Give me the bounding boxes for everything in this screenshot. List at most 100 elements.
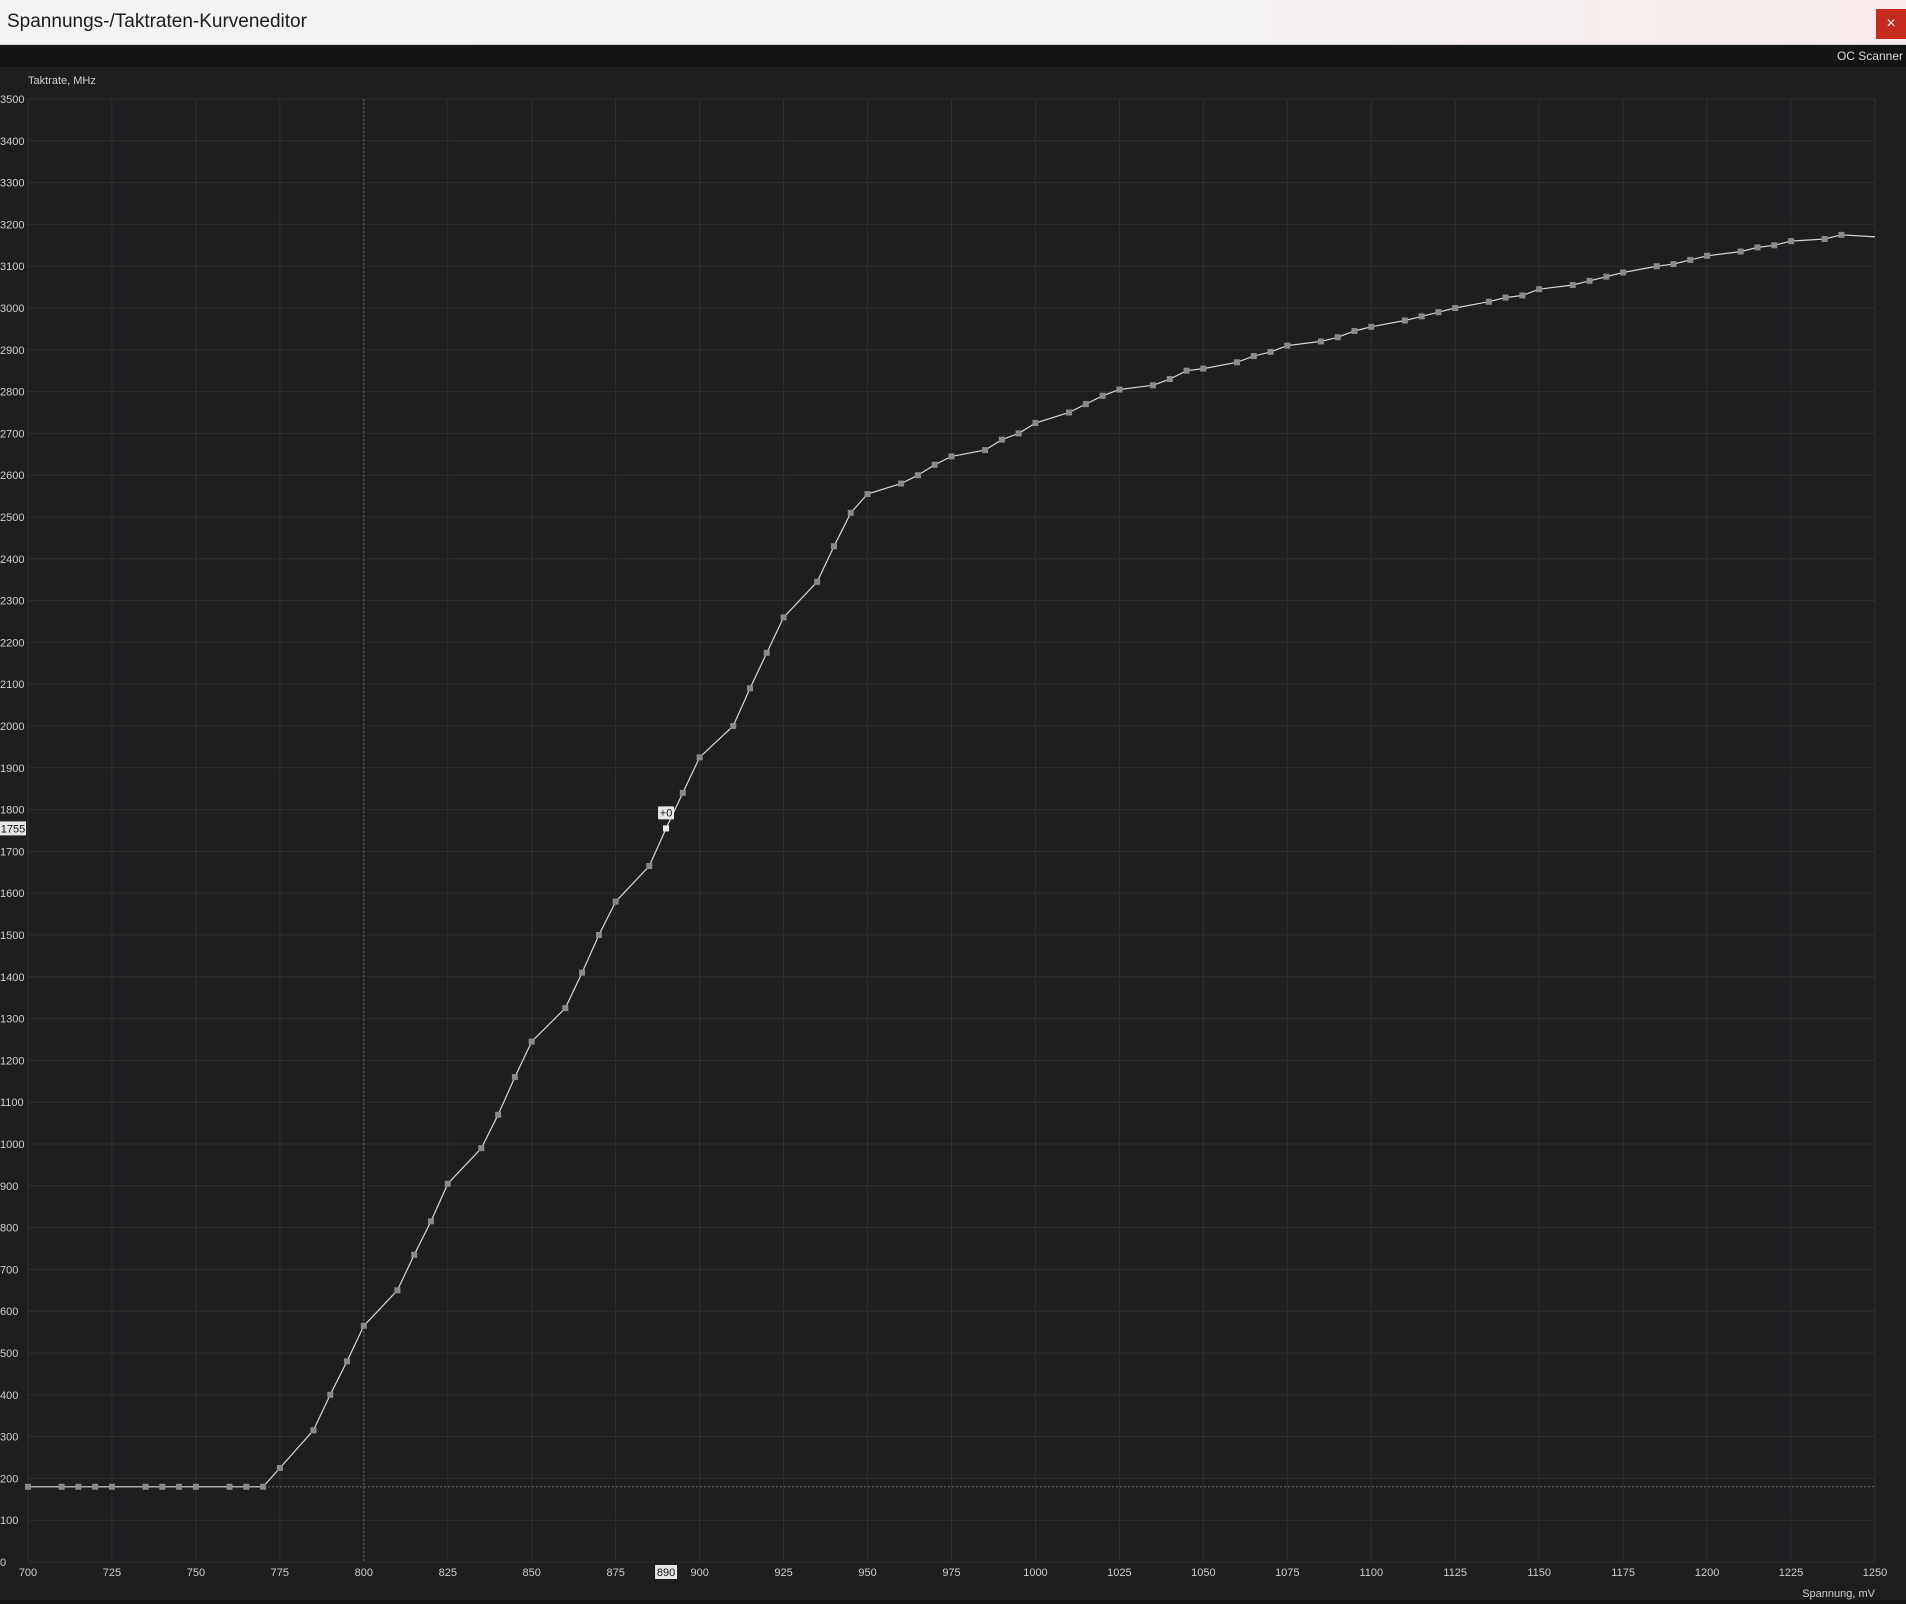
curve-point[interactable] [747,685,754,692]
curve-point[interactable] [310,1427,317,1434]
curve-point[interactable] [411,1251,418,1258]
curve-point[interactable] [1452,305,1459,311]
curve-point[interactable] [1149,382,1156,389]
curve-point[interactable] [1334,334,1341,341]
curve-point[interactable] [427,1218,434,1225]
curve-point[interactable] [696,754,703,761]
x-tick-label: 975 [942,1567,960,1579]
curve-point[interactable] [1250,353,1257,360]
curve-point[interactable] [327,1391,334,1398]
curve-point[interactable] [931,461,938,468]
curve-point[interactable] [1066,409,1073,416]
curve-point[interactable] [1200,365,1207,372]
curve-point[interactable] [1418,313,1425,320]
curve-point[interactable] [814,578,821,585]
curve-point[interactable] [898,480,905,487]
curve-point[interactable] [1670,261,1677,268]
curve-point[interactable] [1620,269,1627,276]
curve-point[interactable] [612,898,619,905]
curve-point[interactable] [1536,286,1543,293]
curve-point[interactable] [1653,263,1660,270]
curve-point[interactable] [780,614,787,621]
curve-point[interactable] [562,1005,569,1012]
curve-point[interactable] [1401,317,1408,324]
x-tick-label: 900 [690,1567,708,1579]
curve-point[interactable] [108,1483,115,1490]
curve-point[interactable] [1838,231,1845,238]
curve-point[interactable] [1788,238,1795,245]
curve-point[interactable] [1368,323,1375,330]
curve-point[interactable] [646,863,653,870]
curve-point[interactable] [730,723,737,729]
selected-curve-point[interactable] [663,825,670,832]
curve-point[interactable] [495,1111,502,1118]
curve-point[interactable] [243,1483,250,1490]
curve-point[interactable] [1351,327,1358,334]
curve-point[interactable] [830,543,837,550]
curve-point[interactable] [1435,309,1442,316]
curve-point[interactable] [1082,401,1089,408]
curve-point[interactable] [1519,292,1526,299]
curve-point[interactable] [25,1483,31,1490]
curve-point[interactable] [847,509,854,516]
curve-point[interactable] [260,1483,267,1490]
curve-point[interactable] [1704,252,1711,259]
curve-point[interactable] [1166,376,1173,383]
curve-point[interactable] [1317,338,1324,345]
curve-point[interactable] [444,1180,451,1187]
curve-point[interactable] [595,932,602,938]
curve-point[interactable] [1183,367,1190,374]
y-tick-label: 3500 [0,94,24,106]
curve-point[interactable] [1569,282,1576,289]
curve-point[interactable] [360,1322,367,1329]
curve-point[interactable] [142,1483,149,1490]
curve-point[interactable] [864,491,871,498]
curve-point[interactable] [1233,359,1240,366]
curve-point[interactable] [579,969,586,976]
curve-point[interactable] [344,1358,351,1365]
oc-scanner-button[interactable]: OC Scanner [1837,49,1903,63]
curve-point[interactable] [75,1483,82,1490]
curve-point[interactable] [998,436,1005,443]
x-tick-label: 1000 [1023,1567,1047,1579]
curve-point[interactable] [478,1145,485,1152]
curve-point[interactable] [1015,430,1022,437]
curve-point[interactable] [1032,419,1039,426]
curve-point[interactable] [1267,348,1274,355]
curve-point[interactable] [394,1287,401,1294]
curve-point[interactable] [1485,298,1492,305]
curve-point[interactable] [159,1483,166,1490]
curve-point[interactable] [1821,236,1828,243]
curve-point[interactable] [679,789,686,796]
x-tick-label: 800 [355,1567,373,1579]
curve-point[interactable] [176,1483,183,1490]
curve-point[interactable] [1603,273,1610,280]
curve-point[interactable] [192,1483,199,1490]
curve-point[interactable] [276,1464,283,1471]
curve-point[interactable] [1754,244,1761,251]
y-tick-label: 1000 [0,1139,24,1151]
x-tick-label: 1250 [1863,1567,1887,1579]
curve-point[interactable] [1116,386,1123,393]
close-button[interactable]: × [1876,9,1906,39]
curve-point[interactable] [948,453,955,460]
curve-point[interactable] [226,1483,233,1490]
curve-point[interactable] [1586,277,1593,284]
voltage-frequency-chart[interactable]: Taktrate, MHz Spannung, mV 700 725 750 775 8… [0,67,1906,1604]
curve-point[interactable] [914,472,921,479]
curve-point[interactable] [1771,242,1778,249]
chart-points[interactable] [25,231,1845,1490]
curve-point[interactable] [1737,248,1744,255]
curve-point[interactable] [528,1038,535,1045]
curve-point[interactable] [1099,392,1106,399]
curve-point[interactable] [511,1074,518,1081]
curve-point[interactable] [763,649,770,656]
curve-editor-plot[interactable]: Taktrate, MHz Spannung, mV 700 725 750 775 8… [0,67,1906,1604]
curve-point[interactable] [58,1483,65,1490]
y-tick-label: 1300 [0,1014,24,1026]
curve-point[interactable] [92,1483,99,1490]
curve-point[interactable] [1687,256,1694,263]
curve-point[interactable] [1502,294,1509,301]
curve-point[interactable] [1284,342,1291,349]
curve-point[interactable] [982,447,989,454]
